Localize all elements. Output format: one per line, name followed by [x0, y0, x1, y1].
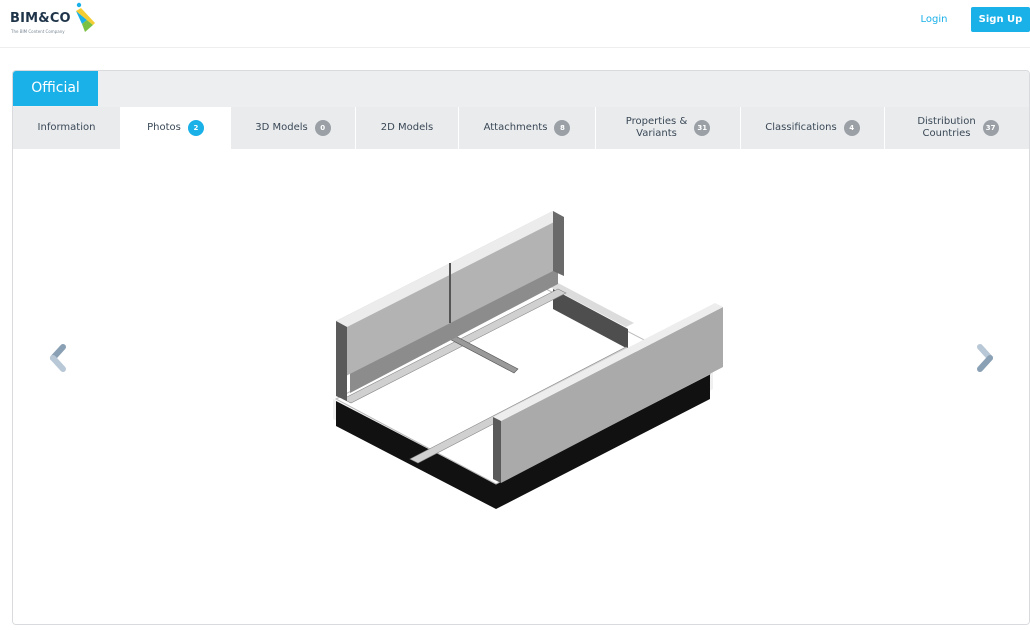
- sign-up-button[interactable]: Sign Up: [971, 7, 1030, 32]
- tab-count-badge: 4: [843, 120, 860, 136]
- tab-count-badge: 0: [314, 120, 331, 136]
- tab-photos[interactable]: Photos 2: [121, 107, 231, 149]
- chevron-right-icon[interactable]: [974, 344, 996, 374]
- tab-label: Information: [37, 122, 96, 133]
- tab-3d-models[interactable]: 3D Models 0: [231, 107, 356, 149]
- product-card: Official Information Photos 2 3D Models …: [12, 70, 1030, 625]
- logo-wordmark: BIM&CO: [10, 11, 71, 26]
- site-header: BIM&CO The BIM Content Company Login Sig…: [0, 0, 1030, 48]
- tab-label: Classifications: [765, 122, 837, 133]
- tab-distribution-countries[interactable]: Distribution Countries 37: [885, 107, 1029, 149]
- logo-tagline: The BIM Content Company: [11, 29, 65, 34]
- photo-viewer: [13, 149, 1029, 624]
- tab-information[interactable]: Information: [13, 107, 121, 149]
- tab-label: Properties & Variants: [625, 116, 688, 139]
- tab-count-badge: 37: [982, 120, 999, 136]
- tab-count-badge: 2: [187, 120, 204, 136]
- tab-2d-models[interactable]: 2D Models: [356, 107, 459, 149]
- product-tabs: Information Photos 2 3D Models 0 2D Mode…: [13, 107, 1029, 149]
- tab-properties-variants[interactable]: Properties & Variants 31: [596, 107, 741, 149]
- tab-label: Distribution Countries: [917, 116, 976, 139]
- product-3d-render: [333, 211, 723, 509]
- tab-count-badge: 8: [554, 120, 571, 136]
- official-status-tab[interactable]: Official: [13, 71, 98, 106]
- chevron-left-icon[interactable]: [47, 344, 69, 374]
- status-bar: Official: [13, 71, 1029, 107]
- tab-count-badge: 31: [694, 120, 711, 136]
- tab-label: Attachments: [483, 122, 548, 133]
- login-link[interactable]: Login: [906, 11, 962, 29]
- tab-attachments[interactable]: Attachments 8: [459, 107, 596, 149]
- bimandco-logo[interactable]: BIM&CO The BIM Content Company: [10, 2, 100, 38]
- tab-label: 3D Models: [255, 122, 308, 133]
- tab-label: 2D Models: [380, 122, 434, 133]
- logo-chevron-icon: [76, 2, 95, 32]
- tab-label: Photos: [147, 122, 181, 133]
- tab-classifications[interactable]: Classifications 4: [741, 107, 885, 149]
